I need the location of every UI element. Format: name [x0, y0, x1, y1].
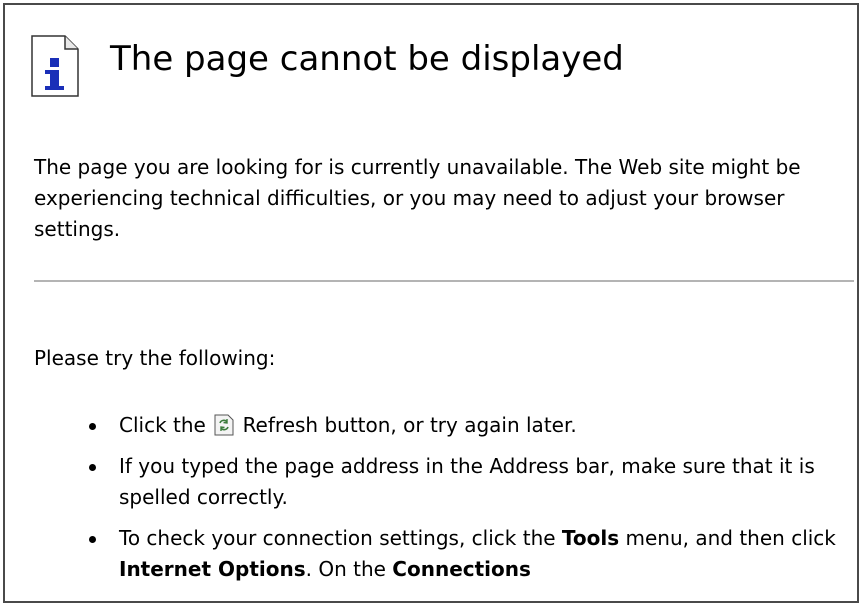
refresh-icon[interactable]: [214, 414, 234, 436]
item-3-part3: . On the: [305, 557, 393, 581]
item-3-part1: To check your connection settings, click…: [119, 526, 562, 550]
bullet: [89, 423, 96, 430]
item-3-part2: menu, and then click: [619, 526, 836, 550]
header: [31, 35, 79, 97]
bullet: [89, 536, 96, 543]
item-1-after: Refresh button, or try again later.: [242, 413, 577, 437]
intro-text: The page you are looking for is currentl…: [34, 155, 801, 241]
page-title: The page cannot be displayed: [110, 39, 624, 79]
item-1-before: Click the: [119, 413, 206, 437]
item-2-text: If you typed the page address in the Add…: [119, 454, 815, 509]
connections-label: Connections: [392, 557, 531, 581]
try-heading: Please try the following:: [34, 346, 276, 370]
error-page-frame: The page cannot be displayed The page yo…: [3, 3, 859, 603]
internet-options-label: Internet Options: [119, 557, 306, 581]
info-icon: [31, 35, 79, 97]
suggestion-list: Click the Refresh button, or try again l…: [89, 410, 849, 595]
bullet: [89, 464, 96, 471]
divider: [34, 280, 854, 282]
tools-menu-label: Tools: [561, 526, 620, 550]
list-item: Click the Refresh button, or try again l…: [89, 410, 849, 441]
list-item: To check your connection settings, click…: [89, 523, 849, 585]
list-item: If you typed the page address in the Add…: [89, 451, 849, 513]
